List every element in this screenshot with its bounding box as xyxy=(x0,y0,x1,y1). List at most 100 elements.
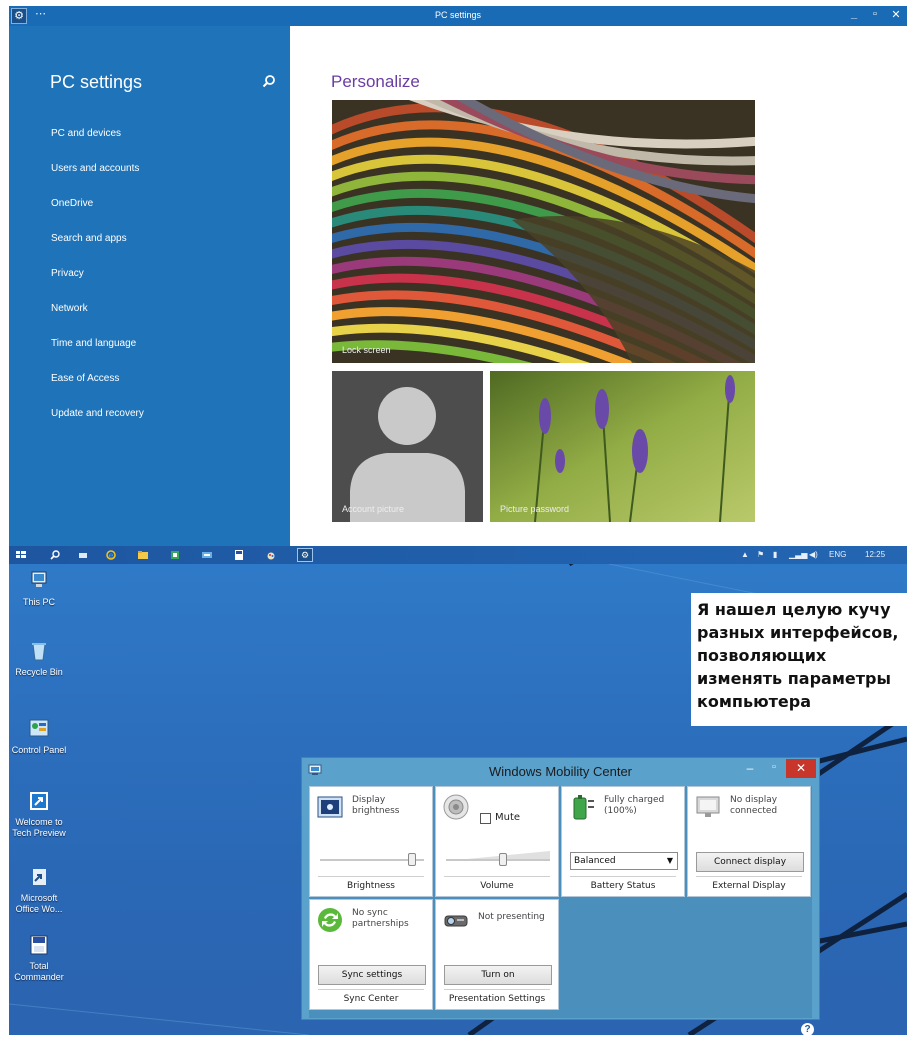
sync-settings-button[interactable]: Sync settings xyxy=(318,965,426,985)
pc-settings-sidebar: PC settings PC and devices Users and acc… xyxy=(9,26,290,546)
lock-screen-tile[interactable]: Lock screen xyxy=(332,100,755,363)
window-title: PC settings xyxy=(434,10,482,20)
external-display-panel: No display connected Connect display Ext… xyxy=(687,786,811,897)
minimize-button[interactable]: – xyxy=(740,761,760,777)
desktop-icon-office[interactable]: Microsoft Office Wo... xyxy=(9,866,69,915)
desktop-icon-label: Microsoft Office Wo... xyxy=(15,893,63,914)
brightness-slider[interactable] xyxy=(320,853,424,866)
tray-flag-icon[interactable]: ⚑ xyxy=(757,550,764,559)
tray-battery-icon[interactable]: ▮ xyxy=(773,550,777,559)
close-button[interactable]: ✕ xyxy=(786,759,816,778)
maximize-button[interactable]: ▫ xyxy=(764,761,784,777)
sidebar-item-search-and-apps[interactable]: Search and apps xyxy=(51,233,127,244)
volume-panel: Mute Volume xyxy=(435,786,559,897)
tray-chevron-icon[interactable]: ▲ xyxy=(741,550,749,559)
pc-settings-window: ⚙ ⋯ PC settings _ ▫ ✕ PC settings PC and… xyxy=(9,6,907,564)
desktop-icon-label: Recycle Bin xyxy=(15,667,63,677)
presentation-panel: Not presenting Turn on Presentation Sett… xyxy=(435,899,559,1010)
desktop-icon-label: Control Panel xyxy=(11,745,67,755)
projector-icon[interactable] xyxy=(442,906,470,934)
speaker-icon[interactable] xyxy=(442,793,470,821)
display-brightness-icon[interactable] xyxy=(316,793,344,821)
sidebar-item-ease-of-access[interactable]: Ease of Access xyxy=(51,373,119,384)
desktop-icon-recycle-bin[interactable]: Recycle Bin xyxy=(9,640,69,678)
media-icon[interactable] xyxy=(201,549,213,561)
brightness-footer: Brightness xyxy=(318,876,424,896)
connect-display-button[interactable]: Connect display xyxy=(696,852,804,872)
sync-icon[interactable] xyxy=(316,906,344,934)
desktop-icon-label: Total Commander xyxy=(14,961,64,982)
sidebar-item-privacy[interactable]: Privacy xyxy=(51,268,84,279)
brightness-panel: Display brightness Brightness xyxy=(309,786,433,897)
desktop: This PC Recycle Bin Control Panel Welcom… xyxy=(9,564,907,1035)
taskbar: e ⚙ ▲ ⚑ ▮ ▁▃▅ ◀) ENG 12:25 xyxy=(9,546,907,564)
sidebar-item-onedrive[interactable]: OneDrive xyxy=(51,198,93,209)
search-icon[interactable] xyxy=(49,549,61,561)
lock-screen-label: Lock screen xyxy=(342,345,391,355)
store-icon[interactable] xyxy=(169,549,181,561)
picture-password-label: Picture password xyxy=(500,504,570,514)
desktop-icon-total-commander[interactable]: Total Commander xyxy=(9,934,69,983)
desktop-icon-welcome[interactable]: Welcome to Tech Preview xyxy=(9,790,69,839)
brightness-slider-thumb[interactable] xyxy=(408,853,416,866)
sidebar-item-network[interactable]: Network xyxy=(51,303,88,314)
external-display-status: No display connected xyxy=(730,795,778,816)
file-explorer-icon[interactable] xyxy=(137,549,149,561)
tray-volume-icon[interactable]: ◀) xyxy=(809,550,818,559)
monitor-icon[interactable] xyxy=(694,793,722,821)
power-plan-select[interactable]: Balanced ▼ xyxy=(570,852,678,870)
mobility-center-tiles: Display brightness Brightness Mute Volum… xyxy=(309,786,814,1035)
mute-checkbox[interactable] xyxy=(480,813,491,824)
account-avatar-icon xyxy=(332,371,483,522)
computer-icon xyxy=(31,571,47,587)
tray-clock[interactable]: 12:25 xyxy=(865,550,885,559)
page-title: Personalize xyxy=(331,72,420,91)
shortcut-icon xyxy=(30,792,48,810)
paint-icon[interactable] xyxy=(265,549,277,561)
volume-slider[interactable] xyxy=(446,853,550,866)
total-commander-icon[interactable] xyxy=(233,549,245,561)
control-panel-icon xyxy=(29,719,49,737)
settings-taskbar-icon[interactable]: ⚙ xyxy=(297,548,313,562)
minimize-button[interactable]: _ xyxy=(847,8,861,20)
sidebar-item-update-and-recovery[interactable]: Update and recovery xyxy=(51,408,144,419)
sync-status: No sync partnerships xyxy=(352,908,409,929)
mobility-center-window: Windows Mobility Center – ▫ ✕ Display br… xyxy=(301,757,820,1035)
recycle-bin-icon xyxy=(32,643,46,661)
desktop-icon-label: This PC xyxy=(22,597,55,607)
desktop-icon-label: Welcome to Tech Preview xyxy=(12,817,66,838)
brightness-status: Display brightness xyxy=(352,795,400,816)
restore-button[interactable]: ▫ xyxy=(868,8,882,20)
sync-center-panel: No sync partnerships Sync settings Sync … xyxy=(309,899,433,1010)
start-icon[interactable] xyxy=(15,549,27,561)
presentation-status: Not presenting xyxy=(478,912,545,922)
internet-explorer-icon[interactable]: e xyxy=(105,549,117,561)
sidebar-item-users-and-accounts[interactable]: Users and accounts xyxy=(51,163,139,174)
volume-slider-thumb[interactable] xyxy=(499,853,507,866)
desktop-icon-control-panel[interactable]: Control Panel xyxy=(9,718,69,756)
annotation-note: Я нашел целую кучу разных интерфейсов, п… xyxy=(691,593,907,726)
task-view-icon[interactable] xyxy=(77,549,89,561)
turn-on-button[interactable]: Turn on xyxy=(444,965,552,985)
mute-label: Mute xyxy=(495,812,521,823)
help-icon[interactable]: ? xyxy=(801,1023,814,1035)
sidebar-item-time-and-language[interactable]: Time and language xyxy=(51,338,136,349)
battery-plug-icon[interactable] xyxy=(568,793,596,821)
sidebar-item-pc-and-devices[interactable]: PC and devices xyxy=(51,128,121,139)
picture-password-tile[interactable]: Picture password xyxy=(490,371,755,522)
account-picture-tile[interactable]: Account picture xyxy=(332,371,483,522)
presentation-footer: Presentation Settings xyxy=(444,989,550,1009)
desktop-icon-this-pc[interactable]: This PC xyxy=(9,570,69,608)
account-picture-label: Account picture xyxy=(342,504,405,514)
svg-text:e: e xyxy=(109,551,114,560)
volume-footer: Volume xyxy=(444,876,550,896)
close-button[interactable]: ✕ xyxy=(889,8,903,21)
tray-network-icon[interactable]: ▁▃▅ xyxy=(789,550,807,559)
tray-language[interactable]: ENG xyxy=(829,550,846,559)
sync-footer: Sync Center xyxy=(318,989,424,1009)
personalize-pane: Personalize Lock screen Account picture … xyxy=(290,26,907,546)
pc-settings-titlebar: ⚙ ⋯ PC settings _ ▫ ✕ xyxy=(9,6,907,26)
picture-password-image xyxy=(490,371,755,522)
chevron-down-icon: ▼ xyxy=(666,856,673,865)
search-icon[interactable] xyxy=(262,74,276,88)
